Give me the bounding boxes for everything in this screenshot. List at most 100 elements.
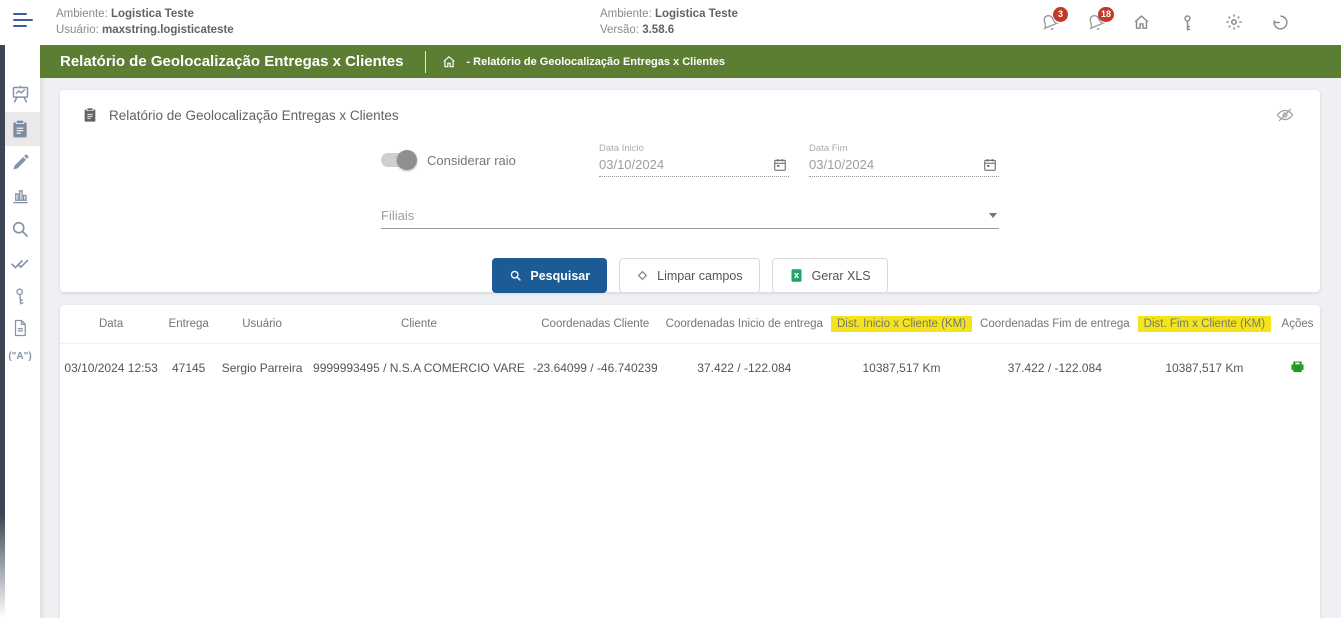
clear-fields-label: Limpar campos	[657, 269, 742, 283]
sidebar-item-dashboard[interactable]	[0, 77, 40, 112]
cell-actions	[1275, 344, 1320, 393]
user-label: Usuário:	[56, 24, 99, 36]
excel-file-icon	[789, 268, 804, 283]
branches-select[interactable]: Filiais	[381, 204, 999, 229]
date-start-label: Data Inicio	[599, 143, 789, 154]
clear-fields-button[interactable]: Limpar campos	[619, 258, 759, 293]
sidebar-item-charts[interactable]	[0, 179, 40, 212]
breadcrumb: - Relatório de Geolocalização Entregas x…	[466, 56, 725, 68]
env-value: Logistica Teste	[111, 8, 194, 20]
sidebar-item-search[interactable]	[0, 212, 40, 246]
chevron-down-icon	[989, 213, 997, 218]
left-sidebar: ("A")	[0, 45, 40, 618]
notification-count-badge: 3	[1053, 7, 1068, 22]
filter-card-title: Relatório de Geolocalização Entregas x C…	[109, 108, 399, 123]
date-end-field[interactable]: Data Fim 03/10/2024	[809, 143, 999, 177]
document-icon	[11, 319, 29, 337]
col-header-client-coords: Coordenadas Cliente	[529, 305, 662, 344]
version-info: Ambiente: Logistica Teste Versão: 3.58.6	[600, 7, 738, 38]
menu-hamburger-icon[interactable]	[13, 13, 35, 31]
version-label: Versão:	[600, 24, 639, 36]
translate-icon: ("A")	[8, 351, 31, 362]
alerts-bell-icon[interactable]: 18	[1087, 14, 1104, 31]
search-icon	[509, 269, 522, 282]
sidebar-edge-strip	[0, 45, 5, 618]
pencil-icon	[11, 153, 30, 172]
cell-dist-end: 10387,517 Km	[1134, 344, 1275, 393]
cell-end-coords: 37.422 / -122.084	[976, 344, 1134, 393]
logout-icon[interactable]	[1272, 14, 1289, 31]
home-icon[interactable]	[1133, 14, 1150, 31]
results-table: Data Entrega Usuário Cliente Coordenadas…	[60, 305, 1320, 392]
generate-xls-label: Gerar XLS	[812, 269, 871, 283]
sidebar-item-access[interactable]	[0, 280, 40, 312]
top-header-bar: Ambiente: Logistica Teste Usuário: maxst…	[0, 0, 1341, 45]
cell-client: 9999993495 / N.S.A COMERCIO VARE	[309, 344, 529, 393]
col-header-end-coords: Coordenadas Fim de entrega	[976, 305, 1134, 344]
cell-start-coords: 37.422 / -122.084	[662, 344, 827, 393]
key-icon	[11, 287, 29, 305]
version-value: 3.58.6	[642, 24, 674, 36]
col-header-date: Data	[60, 305, 162, 344]
date-end-value[interactable]: 03/10/2024	[809, 157, 874, 172]
col-header-dist-end: Dist. Fim x Cliente (KM)	[1134, 305, 1275, 344]
table-row: 03/10/2024 12:53 47145 Sergio Parreira 9…	[60, 344, 1320, 393]
sidebar-item-edit[interactable]	[0, 146, 40, 179]
breadcrumb-home-icon[interactable]	[442, 55, 456, 69]
presentation-chart-icon	[10, 84, 31, 105]
sidebar-item-approvals[interactable]	[0, 246, 40, 280]
table-header-row: Data Entrega Usuário Cliente Coordenadas…	[60, 305, 1320, 344]
col-header-client: Cliente	[309, 305, 529, 344]
notifications-bell-icon[interactable]: 3	[1041, 14, 1058, 31]
toggle-label: Considerar raio	[427, 153, 516, 168]
calendar-icon[interactable]	[773, 158, 787, 172]
title-divider	[425, 51, 426, 73]
sidebar-item-language[interactable]: ("A")	[0, 344, 40, 369]
page-title-bar: Relatório de Geolocalização Entregas x C…	[40, 45, 1341, 78]
col-header-delivery: Entrega	[162, 305, 215, 344]
truck-icon[interactable]	[1289, 358, 1306, 375]
generate-xls-button[interactable]: Gerar XLS	[772, 258, 888, 293]
env-label: Ambiente:	[56, 8, 108, 20]
key-icon[interactable]	[1179, 14, 1196, 31]
sidebar-item-documents[interactable]	[0, 312, 40, 344]
cell-client-coords: -23.64099 / -46.740239	[529, 344, 662, 393]
env-label-2: Ambiente:	[600, 8, 652, 20]
highlighted-header: Dist. Inicio x Cliente (KM)	[831, 316, 972, 332]
col-header-user: Usuário	[215, 305, 309, 344]
calendar-icon[interactable]	[983, 158, 997, 172]
col-header-actions: Ações	[1275, 305, 1320, 344]
branches-select-label: Filiais	[381, 208, 414, 223]
cell-user: Sergio Parreira	[215, 344, 309, 393]
alert-count-badge: 18	[1098, 7, 1114, 22]
search-button-label: Pesquisar	[530, 269, 590, 283]
gear-icon[interactable]	[1225, 13, 1243, 31]
env-value-2: Logistica Teste	[655, 8, 738, 20]
sidebar-item-reports[interactable]	[0, 112, 40, 146]
eye-off-icon[interactable]	[1276, 106, 1294, 124]
bar-chart-icon	[11, 186, 30, 205]
environment-info: Ambiente: Logistica Teste Usuário: maxst…	[56, 7, 234, 38]
search-button[interactable]: Pesquisar	[492, 258, 607, 293]
cell-dist-start: 10387,517 Km	[827, 344, 976, 393]
highlighted-header: Dist. Fim x Cliente (KM)	[1138, 316, 1271, 332]
page-title: Relatório de Geolocalização Entregas x C…	[40, 53, 425, 70]
toggle-track[interactable]	[381, 153, 415, 167]
date-start-value[interactable]: 03/10/2024	[599, 157, 664, 172]
date-end-label: Data Fim	[809, 143, 999, 154]
date-start-field[interactable]: Data Inicio 03/10/2024	[599, 143, 789, 177]
col-header-dist-start: Dist. Inicio x Cliente (KM)	[827, 305, 976, 344]
double-check-icon	[10, 253, 30, 273]
results-table-panel: Data Entrega Usuário Cliente Coordenadas…	[60, 305, 1320, 618]
cell-date: 03/10/2024 12:53	[60, 344, 162, 393]
clear-diamond-icon	[636, 269, 649, 282]
user-value: maxstring.logisticateste	[102, 24, 234, 36]
clipboard-icon	[10, 119, 30, 139]
consider-radius-toggle[interactable]: Considerar raio	[381, 153, 599, 168]
toggle-knob[interactable]	[397, 150, 417, 170]
search-icon	[10, 219, 30, 239]
col-header-start-coords: Coordenadas Inicio de entrega	[662, 305, 827, 344]
cell-delivery: 47145	[162, 344, 215, 393]
filter-panel: Relatório de Geolocalização Entregas x C…	[60, 90, 1320, 292]
clipboard-icon	[82, 107, 98, 123]
